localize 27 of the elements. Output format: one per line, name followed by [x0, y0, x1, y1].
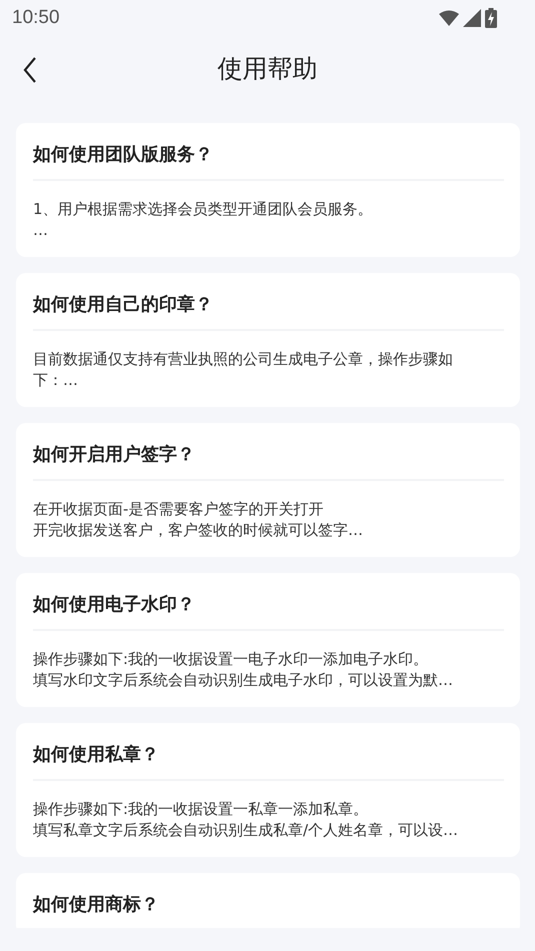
faq-answer: 操作步骤如下:我的一收据设置一私章一添加私章。: [33, 799, 370, 820]
faq-card[interactable]: 如何使用团队版服务？ 1、用户根据需求选择会员类型开通团队会员服务。 …: [16, 123, 520, 257]
page-title: 使用帮助: [218, 52, 318, 84]
faq-card[interactable]: 如何使用电子水印？ 操作步骤如下:我的一收据设置一电子水印一添加电子水印。 填写水印文字后系统会自动识别生成电子水印，可以设置为默…: [16, 573, 520, 707]
battery-charging-icon: [485, 8, 497, 28]
faq-card[interactable]: 如何开启用户签字？ 在开收据页面-是否需要客户签字的开关打开 开完收据发送客户，客户签收的时候就可以签字…: [16, 423, 520, 557]
faq-answer: …: [33, 220, 49, 241]
faq-answer: 目前数据通仅支持有营业执照的公司生成电子公章，操作步骤如: [33, 349, 454, 370]
faq-answer: 填写水印文字后系统会自动识别生成电子水印，可以设置为默…: [33, 670, 454, 691]
faq-question: 如何使用电子水印？: [33, 593, 196, 617]
signal-icon: [463, 9, 481, 27]
faq-answer: 操作步骤如下:我的一收据设置一电子水印一添加电子水印。: [33, 649, 430, 670]
faq-card[interactable]: 如何使用商标？: [16, 873, 520, 928]
faq-card[interactable]: 如何使用自己的印章？ 目前数据通仅支持有营业执照的公司生成电子公章，操作步骤如 下：…: [16, 273, 520, 407]
faq-answer: 1、用户根据需求选择会员类型开通团队会员服务。: [33, 199, 374, 220]
status-time: 10:50: [12, 7, 60, 29]
faq-question: 如何使用团队版服务？: [33, 143, 214, 167]
faq-answer: 开完收据发送客户，客户签收的时候就可以签字…: [33, 520, 364, 541]
faq-answer: 下：…: [33, 370, 79, 391]
faq-question: 如何使用私章？: [33, 743, 160, 767]
wifi-icon: [439, 10, 459, 26]
faq-question: 如何使用商标？: [33, 893, 160, 917]
faq-answer: 在开收据页面-是否需要客户签字的开关打开: [33, 499, 324, 520]
faq-question: 如何使用自己的印章？: [33, 293, 214, 317]
faq-card[interactable]: 如何使用私章？ 操作步骤如下:我的一收据设置一私章一添加私章。 填写私章文字后系统会自动识别生成私章/个人姓名章，可以设…: [16, 723, 520, 857]
faq-question: 如何开启用户签字？: [33, 443, 196, 467]
faq-answer: 填写私章文字后系统会自动识别生成私章/个人姓名章，可以设…: [33, 820, 460, 841]
